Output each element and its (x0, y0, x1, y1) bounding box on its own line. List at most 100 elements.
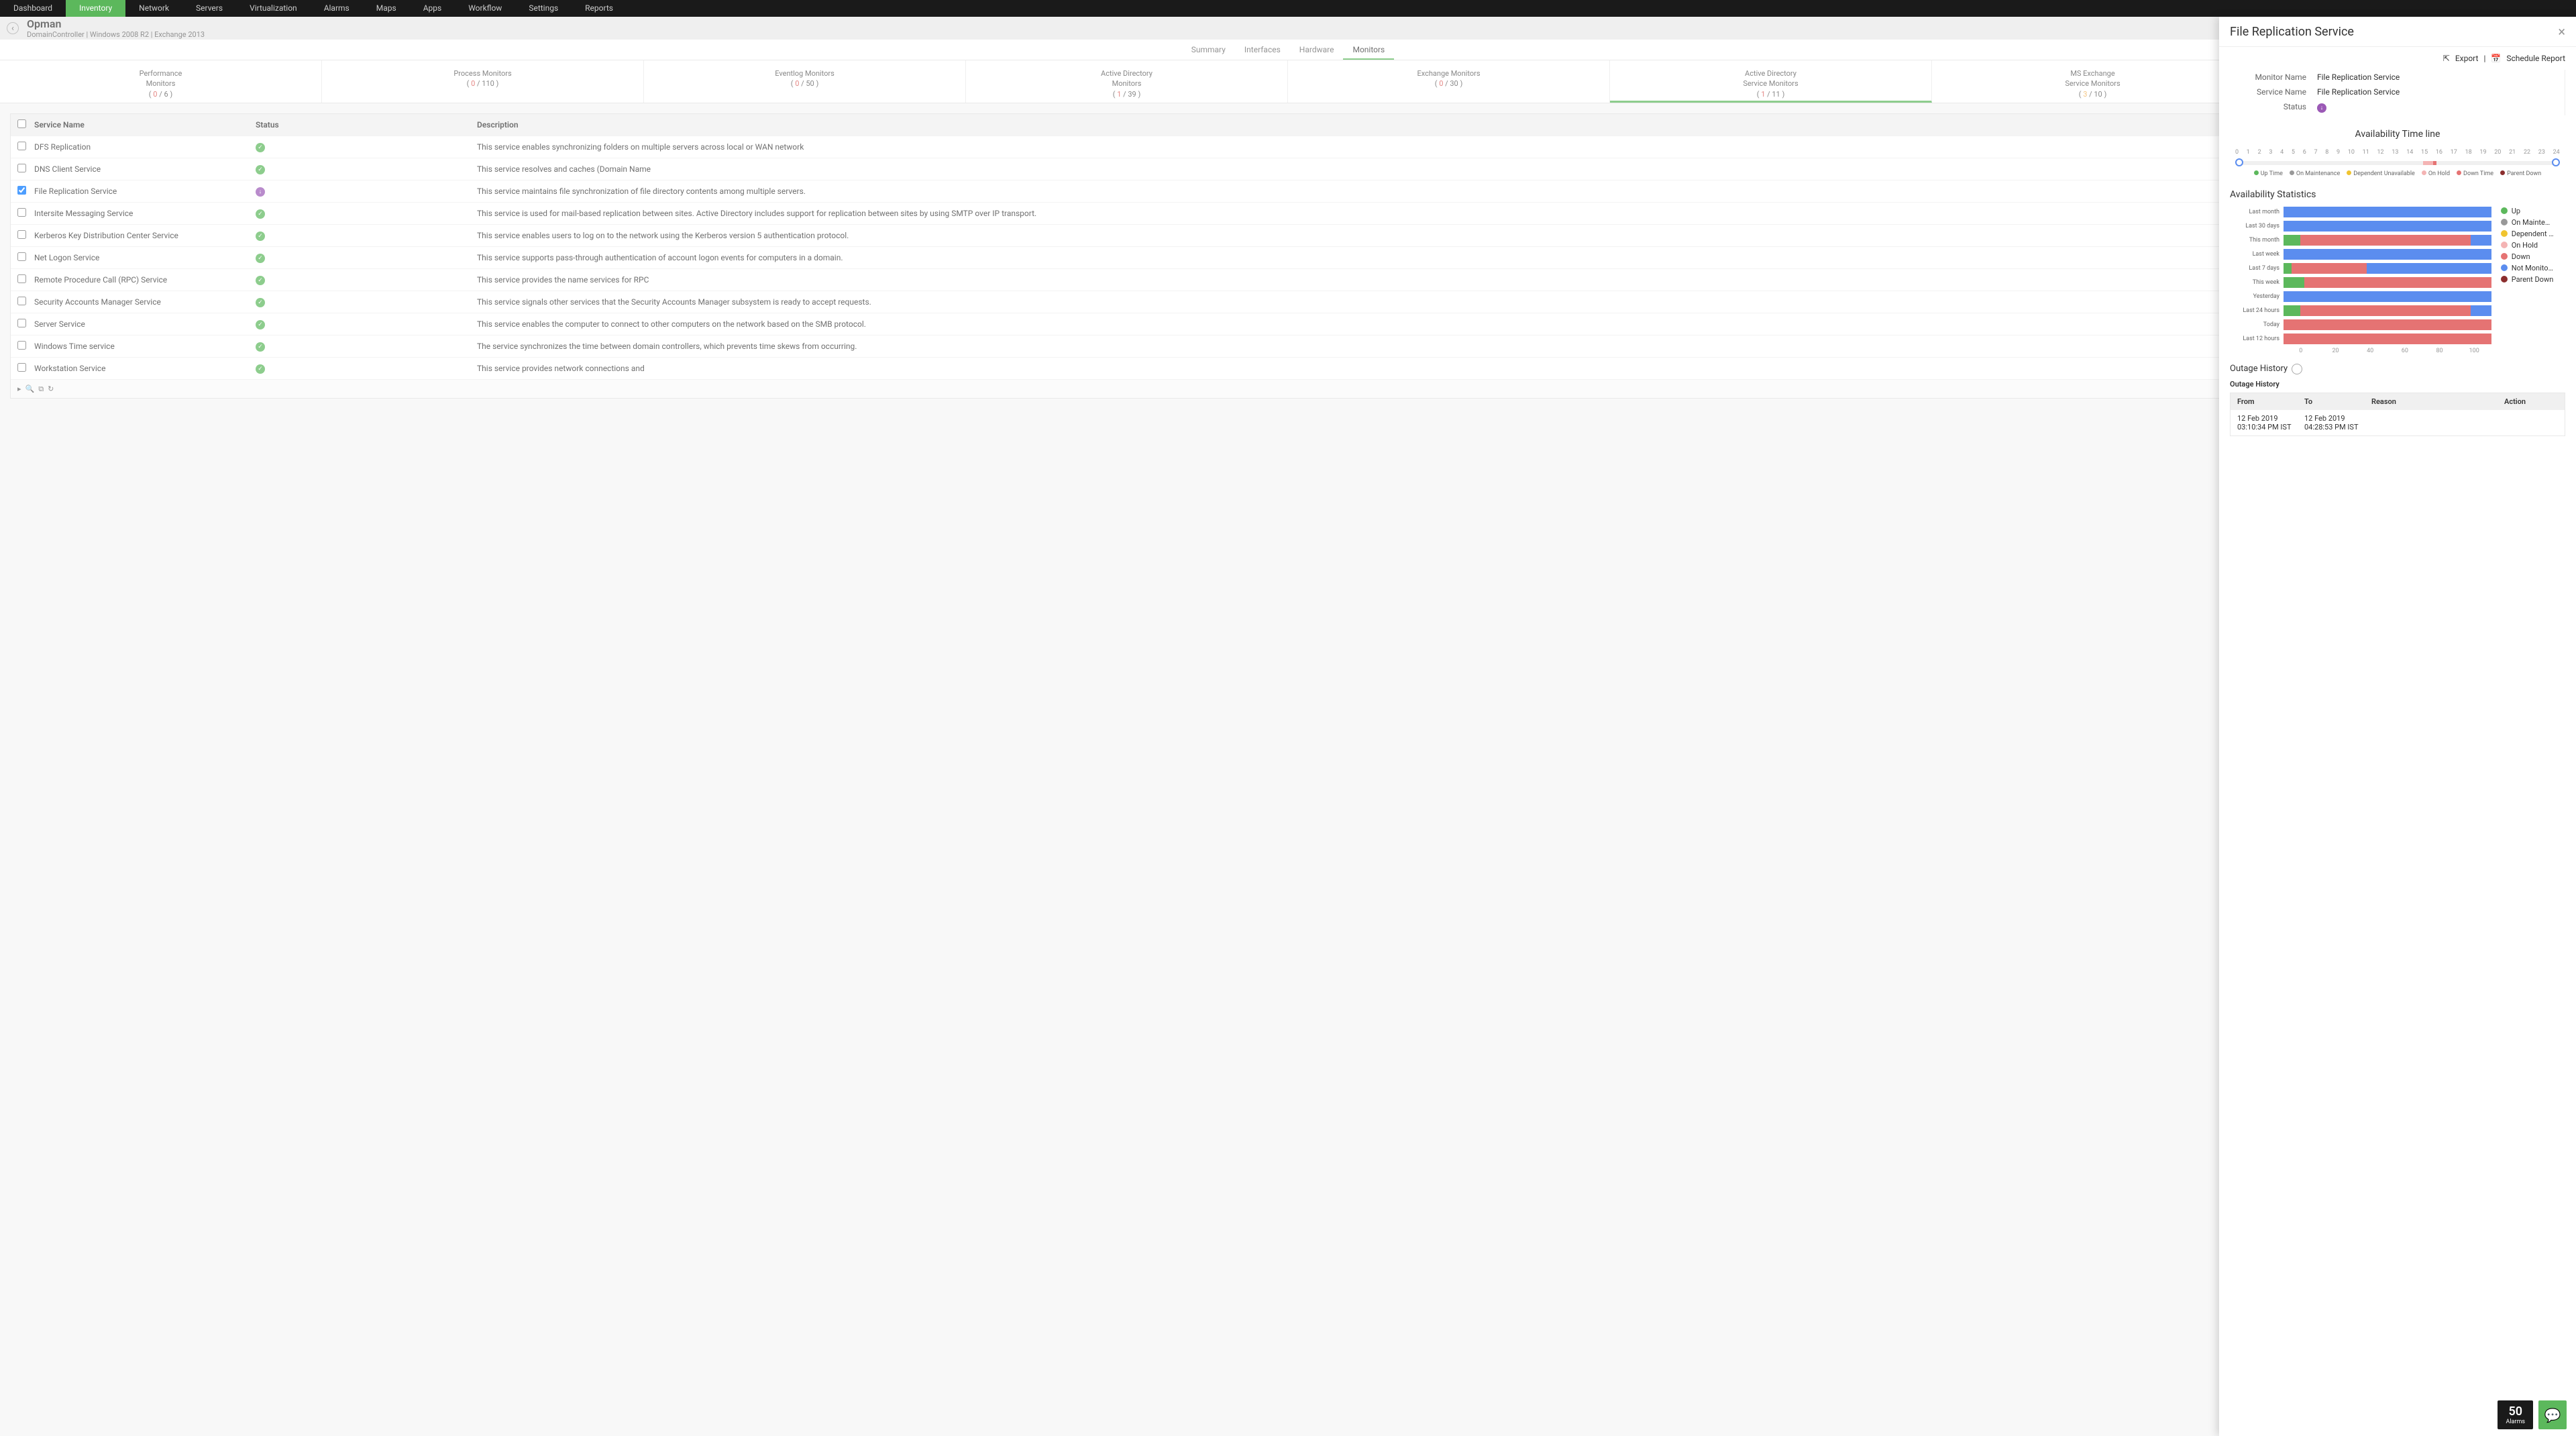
nav-item-reports[interactable]: Reports (572, 0, 627, 17)
service-name: Remote Procedure Call (RPC) Service (34, 275, 256, 285)
status-ok-icon: ✓ (256, 320, 265, 329)
status-ok-icon: ✓ (256, 143, 265, 152)
chart-bar-row: This week (2230, 277, 2491, 288)
status-down-icon: ↓ (256, 187, 265, 197)
monitor-card[interactable]: MS ExchangeService Monitors( 3 / 10 ) (1932, 60, 2254, 103)
monitor-card[interactable]: Active DirectoryMonitors( 1 / 39 ) (966, 60, 1288, 103)
status-ok-icon: ✓ (256, 298, 265, 307)
table-header: Service Name Status Description (11, 114, 2565, 136)
outage-table: From To Reason Action 12 Feb 2019 03:10:… (2230, 393, 2565, 436)
table-row[interactable]: Security Accounts Manager Service✓This s… (11, 291, 2565, 313)
info-block: Monitor NameFile Replication ServiceServ… (2230, 70, 2565, 115)
table-row[interactable]: Workstation Service✓This service provide… (11, 358, 2565, 380)
timeline-legend: Up TimeOn MaintenanceDependent Unavailab… (2230, 170, 2565, 177)
row-checkbox[interactable] (17, 363, 26, 372)
row-checkbox[interactable] (17, 319, 26, 327)
service-name: DNS Client Service (34, 164, 256, 174)
nav-item-alarms[interactable]: Alarms (311, 0, 363, 17)
export-link[interactable]: Export (2455, 54, 2479, 63)
col-header-status[interactable]: Status (256, 120, 477, 130)
nav-item-virtualization[interactable]: Virtualization (236, 0, 311, 17)
service-name: Kerberos Key Distribution Center Service (34, 231, 256, 240)
table-row[interactable]: Kerberos Key Distribution Center Service… (11, 225, 2565, 247)
row-checkbox[interactable] (17, 142, 26, 150)
col-header-name[interactable]: Service Name (34, 120, 256, 130)
export-icon[interactable]: ⇱ (2443, 54, 2450, 63)
table-row[interactable]: Net Logon Service✓This service supports … (11, 247, 2565, 269)
timeline-title: Availability Time line (2230, 129, 2565, 140)
nav-item-settings[interactable]: Settings (515, 0, 572, 17)
tab-interfaces[interactable]: Interfaces (1235, 40, 1290, 60)
table-row[interactable]: Remote Procedure Call (RPC) Service✓ This… (11, 269, 2565, 291)
row-checkbox[interactable] (17, 341, 26, 350)
row-checkbox[interactable] (17, 208, 26, 217)
table-row[interactable]: DNS Client Service✓This service resolves… (11, 158, 2565, 181)
nav-item-maps[interactable]: Maps (363, 0, 410, 17)
tab-summary[interactable]: Summary (1182, 40, 1235, 60)
device-meta: DomainController | Windows 2008 R2 | Exc… (27, 30, 205, 39)
chart-bar-row: Yesterday (2230, 291, 2491, 302)
service-name: Windows Time service (34, 342, 256, 351)
tab-hardware[interactable]: Hardware (1290, 40, 1344, 60)
availability-chart: Last monthLast 30 daysThis monthLast wee… (2230, 207, 2565, 354)
chat-icon[interactable]: 💬 (2538, 1400, 2567, 1429)
nav-item-network[interactable]: Network (125, 0, 182, 17)
nav-item-workflow[interactable]: Workflow (455, 0, 515, 17)
table-row[interactable]: Windows Time service✓The service synchro… (11, 336, 2565, 358)
monitor-card[interactable]: Active DirectoryService Monitors( 1 / 11… (1610, 60, 1932, 103)
service-name: DFS Replication (34, 142, 256, 152)
close-icon[interactable]: × (2558, 23, 2565, 40)
panel-title: File Replication Service (2230, 25, 2354, 39)
row-checkbox[interactable] (17, 252, 26, 261)
status-ok-icon: ✓ (256, 276, 265, 285)
monitor-card[interactable]: Process Monitors( 0 / 110 ) (322, 60, 644, 103)
table-row[interactable]: Intersite Messaging Service✓This service… (11, 203, 2565, 225)
row-checkbox[interactable] (17, 186, 26, 195)
details-panel: File Replication Service × ⇱ Export | 📅 … (2219, 17, 2576, 1436)
slider-handle-start[interactable] (2235, 158, 2243, 166)
row-checkbox[interactable] (17, 230, 26, 239)
service-name: Net Logon Service (34, 253, 256, 262)
footer-refresh-icon[interactable]: ↻ (48, 384, 54, 393)
footer-search-icon[interactable]: 🔍 (25, 384, 35, 393)
services-table: Service Name Status Description DFS Repl… (10, 113, 2566, 399)
service-name: Server Service (34, 319, 256, 329)
nav-item-inventory[interactable]: Inventory (66, 0, 125, 17)
footer-copy-icon[interactable]: ⧉ (38, 384, 44, 394)
stats-title: Availability Statistics (2230, 189, 2565, 200)
chart-bar-row: This month (2230, 235, 2491, 246)
chart-bar-row: Last week (2230, 249, 2491, 260)
service-name: File Replication Service (34, 187, 256, 196)
slider-handle-end[interactable] (2552, 158, 2560, 166)
chart-bar-row: Last 7 days (2230, 263, 2491, 274)
select-all-checkbox[interactable] (17, 119, 26, 128)
row-checkbox[interactable] (17, 164, 26, 172)
outage-heading: Outage History (2230, 364, 2288, 374)
clock-icon[interactable] (2292, 364, 2302, 374)
row-checkbox[interactable] (17, 274, 26, 283)
row-checkbox[interactable] (17, 297, 26, 305)
schedule-report-link[interactable]: Schedule Report (2506, 54, 2565, 63)
monitor-card[interactable]: Exchange Monitors( 0 / 30 ) (1288, 60, 1610, 103)
status-ok-icon: ✓ (256, 209, 265, 219)
tab-monitors[interactable]: Monitors (1343, 40, 1394, 60)
nav-item-apps[interactable]: Apps (410, 0, 455, 17)
back-button[interactable]: ‹ (7, 22, 19, 34)
table-row[interactable]: DFS Replication✓This service enables syn… (11, 136, 2565, 158)
nav-item-dashboard[interactable]: Dashboard (0, 0, 66, 17)
device-name: Opman (27, 17, 205, 30)
table-row[interactable]: File Replication Service↓This service ma… (11, 181, 2565, 203)
nav-item-servers[interactable]: Servers (182, 0, 236, 17)
chart-legend: Up On Mainte… Dependent … On Hold Down N… (2491, 207, 2565, 354)
footer-play-icon[interactable]: ▸ (17, 384, 21, 393)
status-ok-icon: ✓ (256, 364, 265, 374)
service-name: Workstation Service (34, 364, 256, 373)
chart-bar-row: Last 24 hours (2230, 305, 2491, 316)
timeline-slider[interactable] (2237, 161, 2559, 165)
monitor-cards: PerformanceMonitors( 0 / 6 )Process Moni… (0, 60, 2576, 103)
table-row[interactable]: Server Service✓This service enables the … (11, 313, 2565, 336)
monitor-card[interactable]: PerformanceMonitors( 0 / 6 ) (0, 60, 322, 103)
calendar-icon[interactable]: 📅 (2491, 54, 2501, 63)
monitor-card[interactable]: Eventlog Monitors( 0 / 50 ) (644, 60, 966, 103)
alarms-widget[interactable]: 50 Alarms (2498, 1400, 2533, 1429)
